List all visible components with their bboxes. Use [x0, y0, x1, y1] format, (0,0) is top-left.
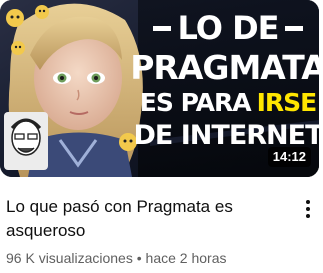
- upload-age: hace 2 horas: [145, 250, 227, 266]
- dash-decoration: [153, 25, 172, 31]
- meta-separator: •: [136, 250, 142, 266]
- thumbnail-headline: LO DE PRAGMATA ES PARA IRSE DE INTERNET: [130, 6, 319, 152]
- sticker-icon: [6, 9, 24, 27]
- video-metadata: 96 K visualizaciones • hace 2 horas: [6, 250, 227, 266]
- dash-decoration: [284, 25, 303, 31]
- headline-line-1: LO DE: [140, 6, 316, 50]
- video-thumbnail[interactable]: LO DE PRAGMATA ES PARA IRSE DE INTERNET …: [0, 0, 319, 177]
- menu-dot: [306, 200, 310, 204]
- headline-text-1: LO DE: [177, 9, 279, 47]
- headline-text-2: PRAGMATA: [130, 48, 319, 87]
- headline-line-3: ES PARA IRSE: [139, 86, 318, 120]
- video-card[interactable]: LO DE PRAGMATA ES PARA IRSE DE INTERNET …: [0, 0, 323, 273]
- menu-dot: [306, 214, 310, 218]
- headline-line-2: PRAGMATA: [130, 50, 319, 86]
- more-vert-icon[interactable]: [296, 194, 320, 224]
- menu-dot: [306, 207, 310, 211]
- headline-text-3-yellow: IRSE: [256, 88, 318, 117]
- view-count: 96 K visualizaciones: [6, 250, 133, 266]
- video-title[interactable]: Lo que pasó con Pragmata es asqueroso: [6, 195, 276, 243]
- creator-sketch-icon: [4, 112, 48, 170]
- headline-text-3-white: ES PARA: [139, 88, 252, 117]
- duration-badge: 14:12: [267, 147, 311, 167]
